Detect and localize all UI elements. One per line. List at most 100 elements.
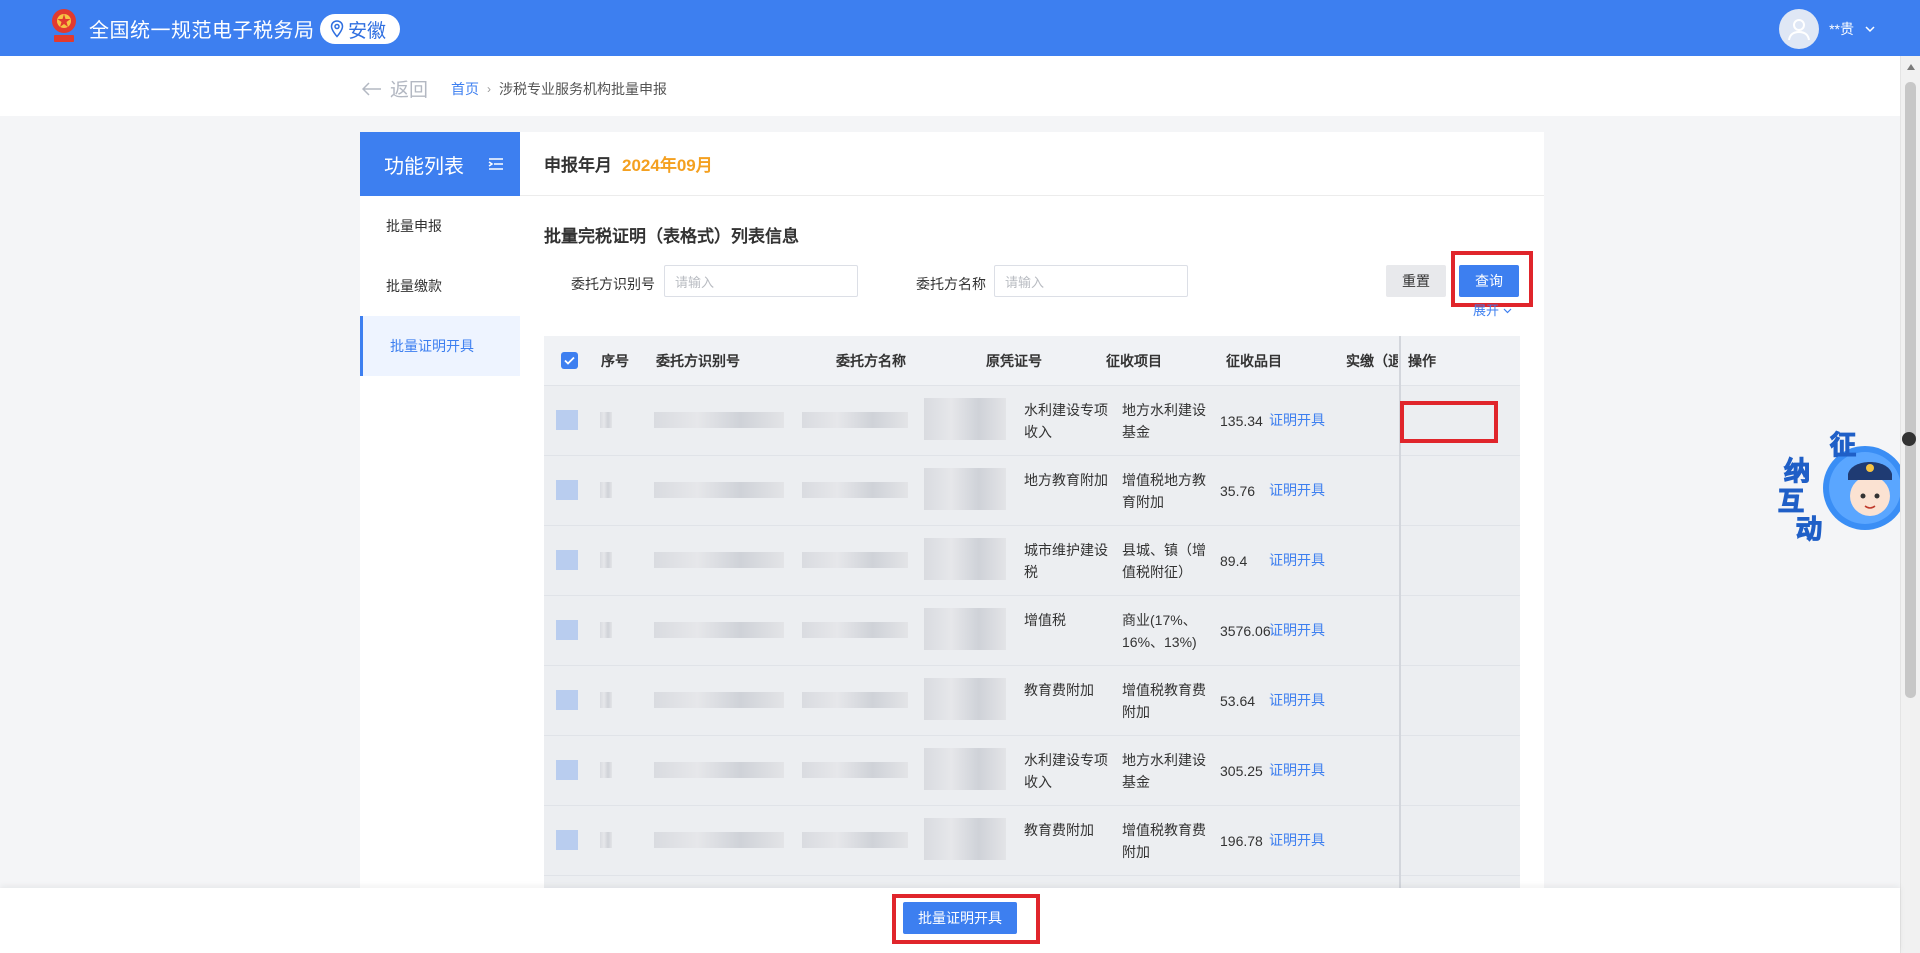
sidebar-item-label: 批量申报: [386, 218, 442, 234]
row-checkbox[interactable]: [556, 480, 578, 500]
chevron-down-icon: [1865, 26, 1875, 33]
certificate-link[interactable]: 证明开具: [1269, 550, 1325, 570]
period-value: 2024年09月: [622, 156, 713, 175]
client-id-placeholder: 请输入: [675, 274, 715, 290]
table-row: 教育费附加 增值税教育费附加 196.78 证明开具: [544, 806, 1520, 876]
certificate-link[interactable]: 证明开具: [1269, 480, 1325, 500]
sidebar-title: 功能列表: [384, 155, 464, 178]
redacted-voucher: [924, 678, 1006, 720]
cell-amount: 53.64: [1220, 693, 1256, 709]
redacted-client-name: [802, 762, 908, 778]
query-highlight-box: [1451, 251, 1533, 307]
scroll-up-icon[interactable]: [1907, 64, 1915, 70]
redacted-index: [600, 762, 612, 778]
widget-minimize-icon[interactable]: [1902, 432, 1916, 446]
certificate-link[interactable]: 证明开具: [1269, 760, 1325, 780]
row-checkbox[interactable]: [556, 760, 578, 780]
chevron-down-icon: [1503, 308, 1512, 314]
redacted-voucher: [924, 468, 1006, 510]
client-id-input[interactable]: 请输入: [664, 265, 858, 297]
certificate-link[interactable]: 证明开具: [1269, 620, 1325, 640]
expand-toggle[interactable]: 展开: [1473, 300, 1512, 319]
cell-item: 城市维护建设税: [1024, 542, 1108, 580]
table-row: 水利建设专项收入 地方水利建设基金 305.25 证明开具: [544, 736, 1520, 806]
cell-item: 增值税: [1024, 612, 1066, 628]
avatar: [1779, 9, 1820, 49]
redacted-client-id: [654, 482, 784, 498]
row-checkbox[interactable]: [556, 830, 578, 850]
redacted-voucher: [924, 748, 1006, 790]
certificate-link[interactable]: 证明开具: [1269, 410, 1325, 430]
user-icon: [1788, 19, 1811, 41]
sidebar-header: 功能列表: [360, 132, 520, 196]
cell-item: 教育费附加: [1024, 822, 1094, 838]
select-all-checkbox[interactable]: [561, 352, 578, 369]
breadcrumb-current: 涉税专业服务机构批量申报: [499, 81, 667, 97]
main-panel: 申报年月 2024年09月 批量完税证明（表格式）列表信息 委托方识别号 请输入…: [520, 132, 1544, 892]
arrow-left-icon: [362, 81, 381, 96]
function-sidebar: 功能列表 批量申报 批量缴款 批量证明开具: [360, 132, 520, 892]
table-header: 序号 委托方识别号 委托方名称 原凭证号 征收项目 征收品目 实缴（退 操作: [544, 336, 1520, 386]
redacted-index: [600, 622, 612, 638]
cell-subitem: 增值税教育费附加: [1122, 682, 1206, 720]
cell-subitem: 增值税地方教育附加: [1122, 472, 1206, 510]
breadcrumb-separator-icon: ›: [487, 82, 491, 96]
collapse-menu-icon[interactable]: [488, 156, 504, 172]
col-header-item: 征收项目: [1106, 352, 1162, 369]
cell-subitem: 商业(17%、16%、13%): [1122, 612, 1197, 650]
widget-char: 纳: [1784, 456, 1810, 487]
col-header-client-name: 委托方名称: [836, 352, 906, 369]
sidebar-item-batch-declare[interactable]: 批量申报: [360, 196, 520, 256]
widget-char: 互: [1778, 487, 1804, 517]
redacted-client-name: [802, 482, 908, 498]
certificate-link[interactable]: 证明开具: [1269, 690, 1325, 710]
expand-label: 展开: [1473, 303, 1500, 318]
row-checkbox[interactable]: [556, 620, 578, 640]
user-menu[interactable]: **贵: [1779, 9, 1876, 49]
declare-period: 申报年月 2024年09月: [520, 132, 1544, 196]
cell-amount: 3576.06: [1220, 623, 1271, 639]
certificate-table: 序号 委托方识别号 委托方名称 原凭证号 征收项目 征收品目 实缴（退 操作 水…: [544, 336, 1520, 892]
back-button[interactable]: 返回: [362, 75, 428, 102]
sidebar-item-batch-payment[interactable]: 批量缴款: [360, 256, 520, 316]
sidebar-item-batch-certificate[interactable]: 批量证明开具: [360, 316, 520, 376]
reset-button[interactable]: 重置: [1386, 265, 1446, 297]
row-checkbox[interactable]: [556, 410, 578, 430]
redacted-index: [600, 552, 612, 568]
certificate-highlight-box: [1400, 401, 1498, 443]
col-header-index: 序号: [601, 352, 629, 369]
user-name: **贵: [1829, 21, 1854, 37]
cell-amount: 305.25: [1220, 763, 1263, 779]
redacted-index: [600, 412, 612, 428]
row-checkbox[interactable]: [556, 550, 578, 570]
client-name-input[interactable]: 请输入: [994, 265, 1188, 297]
sub-bar: [0, 56, 1900, 116]
redacted-index: [600, 832, 612, 848]
interaction-mascot-icon[interactable]: 征 纳 互 动: [1770, 418, 1900, 546]
cell-item: 地方教育附加: [1024, 472, 1108, 488]
redacted-client-id: [654, 832, 784, 848]
cell-subitem: 增值税教育费附加: [1122, 822, 1206, 860]
col-header-action: 操作: [1408, 352, 1436, 369]
region-selector[interactable]: 安徽: [320, 14, 401, 44]
sidebar-item-label: 批量证明开具: [390, 338, 474, 354]
widget-char: 征: [1830, 431, 1856, 461]
row-checkbox[interactable]: [556, 690, 578, 710]
col-header-amount: 实缴（退: [1346, 352, 1398, 369]
sidebar-item-label: 批量缴款: [386, 278, 442, 294]
cell-subitem: 地方水利建设基金: [1122, 752, 1206, 790]
redacted-client-id: [654, 552, 784, 568]
certificate-link[interactable]: 证明开具: [1269, 830, 1325, 850]
redacted-client-name: [802, 552, 908, 568]
back-label: 返回: [390, 80, 429, 101]
breadcrumb-home[interactable]: 首页: [451, 79, 479, 99]
scroll-thumb[interactable]: [1905, 82, 1916, 698]
cell-item: 水利建设专项收入: [1024, 402, 1108, 440]
redacted-index: [600, 692, 612, 708]
cell-amount: 89.4: [1220, 553, 1248, 569]
page-scrollbar[interactable]: [1900, 56, 1920, 953]
table-row: 水利建设专项收入 地方水利建设基金 135.34 证明开具: [544, 386, 1520, 456]
list-title: 批量完税证明（表格式）列表信息: [544, 227, 799, 246]
cell-item: 水利建设专项收入: [1024, 752, 1108, 790]
cell-amount: 35.76: [1220, 483, 1256, 499]
